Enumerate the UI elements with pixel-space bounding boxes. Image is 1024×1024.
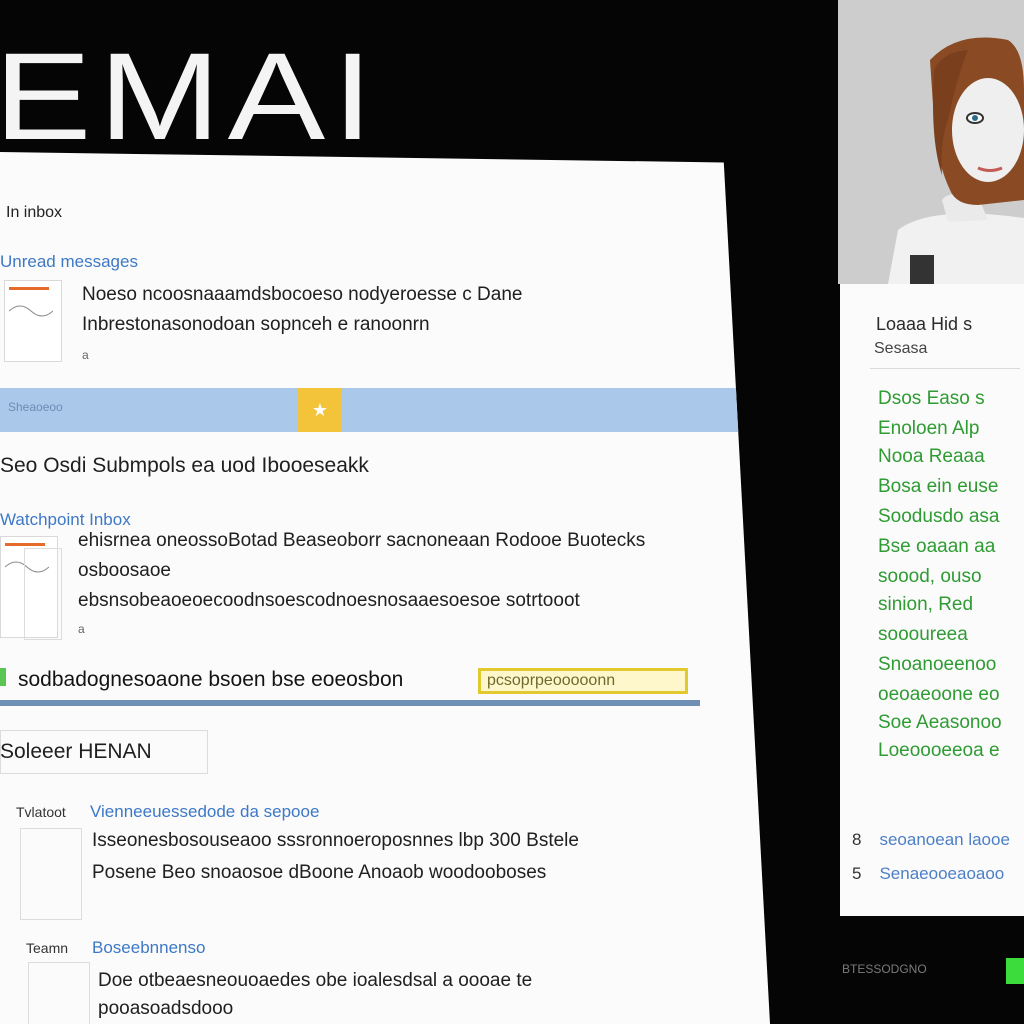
thumbnail-wave-icon	[9, 305, 53, 317]
message-2-line-3: ebsnsobeaoeoecoodnsoescodnoesnosaaesoeso…	[78, 590, 580, 611]
message-3-line-1: Isseonesbosouseaoo sssronnoeroposnnes lb…	[92, 830, 579, 851]
message-3-line-2: Posene Beo snoaosoe dBoone Anoaob woodoo…	[92, 862, 547, 883]
sidebar-line: oeoaeoone eo	[878, 684, 1000, 705]
email-document-panel: In inbox Unread messages Noeso ncoosnaaa…	[0, 152, 770, 1024]
section-title-1: Seo Osdi Submpols ea uod Ibooeseakk	[0, 454, 369, 477]
inbox-header: In inbox	[6, 204, 63, 221]
separator-label: Sheaoeoo	[8, 400, 63, 414]
sidebar-link-number: 8	[852, 830, 862, 849]
sidebar-link-2[interactable]: 5 Senaeooeaoaoo	[852, 864, 1004, 884]
message-3-thumbnail[interactable]	[20, 828, 82, 920]
highlight-tag[interactable]: pcsoprpeooooonn	[478, 668, 688, 694]
message-1-title[interactable]: Unread messages	[0, 252, 138, 272]
message-3-title[interactable]: Vienneeuessedode da sepooe	[90, 802, 319, 822]
status-indicator-icon	[1006, 958, 1024, 984]
sidebar-line: Soodusdo asa	[878, 506, 1000, 527]
sidebar-line: Bse oaaan aa	[878, 536, 996, 557]
sidebar-link-text: seoanoean laooe	[879, 830, 1010, 849]
message-2-marker: a	[78, 622, 85, 636]
profile-photo	[838, 0, 1024, 284]
sidebar-link-1[interactable]: 8 seoanoean laooe	[852, 830, 1010, 850]
sidebar-line: Soe Aeasonoo	[878, 712, 1002, 733]
message-2-line-2: osboosaoe	[78, 560, 171, 581]
message-4-title[interactable]: Boseebnnenso	[92, 938, 205, 958]
app-banner-title: EMAI	[0, 28, 381, 166]
thumbnail-accent-bar	[5, 543, 45, 546]
section-title-frame	[0, 730, 208, 774]
message-1-marker: a	[82, 348, 89, 362]
sidebar-line: sinion, Red	[878, 594, 974, 615]
sidebar-subtitle: Sesasa	[874, 340, 928, 357]
message-2-title[interactable]: Watchpoint Inbox	[0, 510, 131, 530]
sidebar-link-number: 5	[852, 864, 862, 883]
message-1-thumbnail[interactable]	[4, 280, 62, 362]
sidebar-link-text: Senaeooeaoaoo	[879, 864, 1005, 883]
sidebar-title: Loaaa Hid s	[876, 314, 973, 334]
message-4-line-2: pooasoadsdooo	[98, 998, 234, 1019]
sidebar-line: soood, ouso	[878, 566, 982, 587]
thumbnail-accent-bar	[9, 287, 49, 290]
message-1-line-2: Inbrestonasonodoan sopnceh e ranoonrn	[82, 314, 430, 335]
sidebar-line: Nooa Reaaa	[878, 446, 985, 467]
thumbnail-frame	[24, 548, 62, 640]
highlighted-message-row[interactable]: sodbadognesoaone bsoen bse eoeosbon pcso…	[0, 660, 700, 706]
sidebar-line: Dsos Easo s	[878, 388, 985, 409]
sidebar-divider	[870, 368, 1020, 369]
message-1-line-1: Noeso ncoosnaaamdsbocoeso nodyeroesse c …	[82, 284, 523, 305]
highlighted-message-text: sodbadognesoaone bsoen bse eoeosbon	[18, 668, 404, 691]
sidebar-line: Loeoooeeoa e	[878, 740, 1000, 761]
message-2-line-1: ehisrnea oneossoBotad Beaseoborr sacnone…	[78, 530, 646, 551]
contact-sidebar: Loaaa Hid s Sesasa Dsos Easo s Enoloen A…	[840, 284, 1024, 916]
selected-thread-bar[interactable]: Sheaoeoo ★	[0, 388, 746, 432]
message-4-line-1: Doe otbeaesneouoaedes obe ioalesdsal a o…	[98, 970, 533, 991]
sidebar-line: Enoloen Alp	[878, 418, 980, 439]
avatar-illustration	[838, 0, 1024, 284]
sidebar-line: soooureea	[878, 624, 968, 645]
sidebar-line: Bosa ein euse	[878, 476, 999, 497]
message-4-thumbnail[interactable]	[28, 962, 90, 1024]
sidebar-line: Snoanoeenoo	[878, 654, 997, 675]
message-4-sender: Teamn	[26, 940, 69, 956]
status-bar-text: BTESSODGNO	[842, 962, 927, 976]
star-icon[interactable]: ★	[298, 388, 342, 432]
message-3-sender: Tvlatoot	[16, 804, 66, 820]
